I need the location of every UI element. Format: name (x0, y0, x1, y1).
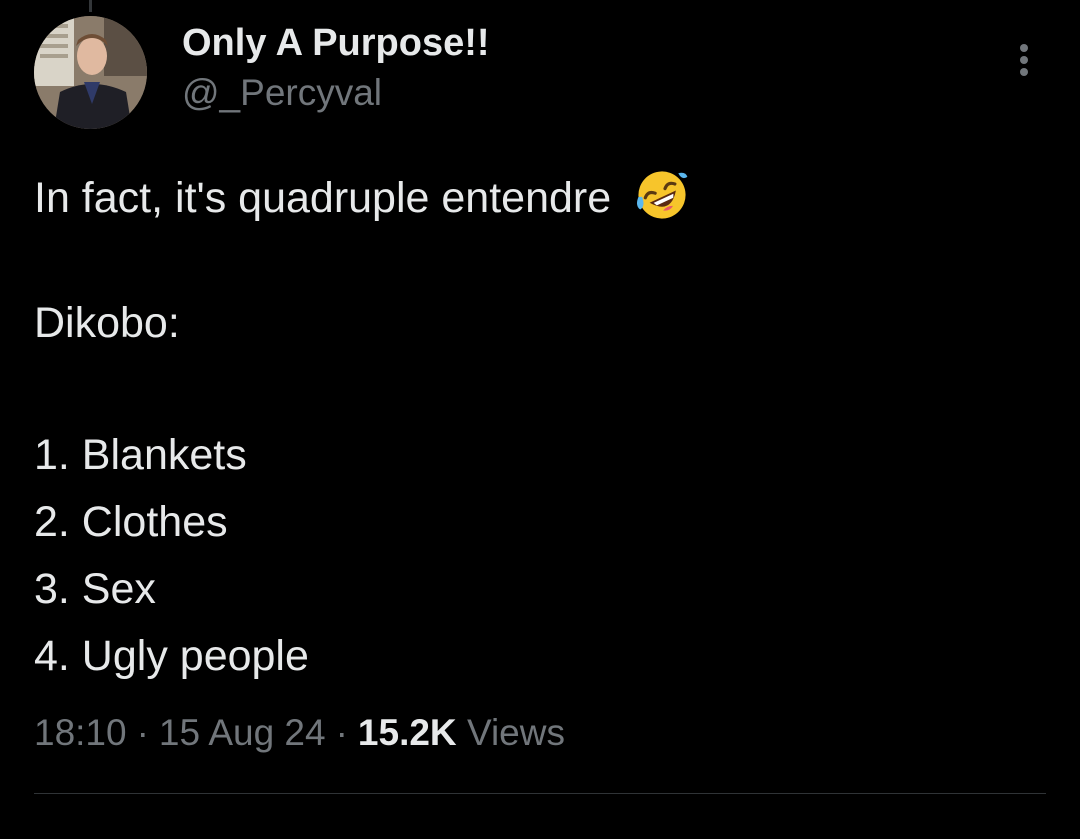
list-item: 4. Ugly people (34, 632, 309, 680)
tweet-meta: 18:10 · 15 Aug 24 · 15.2K Views (34, 712, 565, 754)
views-count[interactable]: 15.2K (358, 712, 457, 753)
tweet: Only A Purpose!! @_Percyval In fact, it'… (0, 0, 1080, 839)
display-name[interactable]: Only A Purpose!! (182, 22, 490, 65)
tweet-date[interactable]: 15 Aug 24 (159, 712, 326, 753)
tweet-text: In fact, it's quadruple entendre (34, 174, 612, 222)
tweet-text-line-2: Dikobo: (34, 299, 180, 347)
views-label: Views (466, 712, 565, 753)
tweet-list: 1. Blankets 2. Clothes 3. Sex 4. Ugly pe… (34, 434, 309, 702)
avatar-image (34, 16, 147, 129)
list-item: 1. Blankets (34, 431, 247, 479)
tweet-time[interactable]: 18:10 (34, 712, 127, 753)
more-dot (1020, 68, 1028, 76)
meta-separator: · (136, 712, 149, 753)
divider (34, 793, 1046, 794)
list-item: 2. Clothes (34, 498, 228, 546)
user-handle[interactable]: @_Percyval (182, 72, 382, 114)
rolling-on-floor-laughing-emoji (637, 171, 688, 219)
more-dot (1020, 44, 1028, 52)
more-options-icon[interactable] (1004, 36, 1044, 84)
thread-line (89, 0, 92, 12)
tweet-text-line-1: In fact, it's quadruple entendre (34, 166, 691, 224)
list-item: 3. Sex (34, 565, 156, 613)
meta-separator: · (335, 712, 348, 753)
avatar[interactable] (34, 16, 147, 129)
more-dot (1020, 56, 1028, 64)
